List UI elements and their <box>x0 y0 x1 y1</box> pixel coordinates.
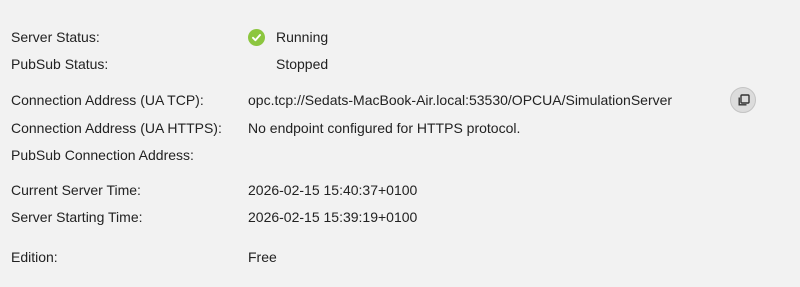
connection-tcp-label: Connection Address (UA TCP): <box>11 92 204 108</box>
start-time-value: 2026-02-15 15:39:19+0100 <box>248 209 418 225</box>
pubsub-connection-row: PubSub Connection Address: <box>0 145 800 165</box>
pubsub-connection-label: PubSub Connection Address: <box>11 147 194 163</box>
server-status-row: Server Status: Running <box>0 27 800 47</box>
server-status-value-group: Running <box>248 28 329 46</box>
start-time-label: Server Starting Time: <box>11 209 143 225</box>
copy-address-button[interactable] <box>730 87 756 113</box>
pubsub-status-label: PubSub Status: <box>11 56 109 72</box>
current-time-value: 2026-02-15 15:40:37+0100 <box>248 182 418 198</box>
server-status-label: Server Status: <box>11 29 100 45</box>
pubsub-status-row: PubSub Status: Stopped <box>0 54 800 74</box>
pubsub-status-value-group: Stopped <box>248 56 328 73</box>
check-circle-icon <box>248 28 265 46</box>
copy-icon <box>737 93 750 107</box>
connection-https-value: No endpoint configured for HTTPS protoco… <box>248 120 521 136</box>
connection-https-label: Connection Address (UA HTTPS): <box>11 120 222 136</box>
current-time-label: Current Server Time: <box>11 182 141 198</box>
pubsub-status-value: Stopped <box>276 56 329 72</box>
edition-label: Edition: <box>11 249 58 265</box>
start-time-row: Server Starting Time: 2026-02-15 15:39:1… <box>0 207 800 227</box>
connection-tcp-row: Connection Address (UA TCP): opc.tcp://S… <box>0 87 800 113</box>
edition-value: Free <box>248 249 277 265</box>
edition-row: Edition: Free <box>0 247 800 267</box>
connection-https-row: Connection Address (UA HTTPS): No endpoi… <box>0 118 800 138</box>
server-status-value: Running <box>276 29 329 45</box>
current-time-row: Current Server Time: 2026-02-15 15:40:37… <box>0 180 800 200</box>
connection-tcp-value[interactable]: opc.tcp://Sedats-MacBook-Air.local:53530… <box>248 92 672 108</box>
